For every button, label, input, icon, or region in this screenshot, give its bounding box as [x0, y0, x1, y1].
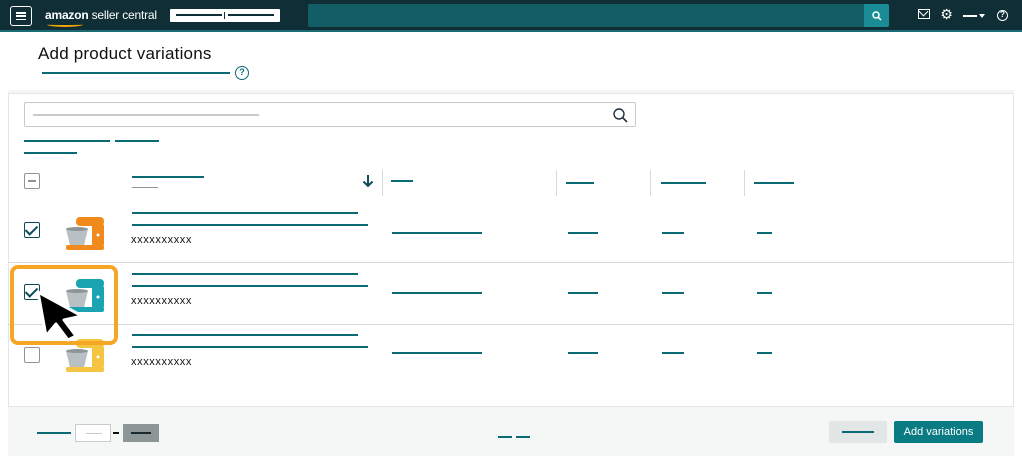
- cell-value-4: [662, 352, 684, 354]
- product-title-line-2[interactable]: [132, 346, 368, 348]
- page-subtitle-placeholder: [42, 72, 230, 74]
- cell-value-5: [757, 352, 772, 354]
- cell-value-5: [757, 292, 772, 294]
- store-separator: [224, 12, 225, 19]
- add-variations-button[interactable]: Add variations: [894, 421, 983, 443]
- product-title-line-1[interactable]: [132, 334, 358, 336]
- search-icon: [871, 10, 882, 21]
- column-divider: [650, 170, 651, 196]
- cell-value-4: [662, 232, 684, 234]
- column-header-2[interactable]: [391, 180, 413, 182]
- column-subheader-product: [132, 187, 158, 188]
- global-search-button[interactable]: [864, 4, 889, 27]
- stand-mixer-orange-image: [66, 217, 104, 250]
- amazon-smile-icon: [47, 22, 83, 27]
- cell-value-2: [392, 232, 482, 234]
- product-title-line-2[interactable]: [132, 224, 368, 226]
- column-divider: [744, 170, 745, 196]
- filter-link-1[interactable]: [24, 140, 110, 142]
- help-icon[interactable]: ?: [235, 66, 249, 80]
- page-input-placeholder: [86, 433, 102, 434]
- store-selector[interactable]: [170, 9, 280, 22]
- product-title-line-2[interactable]: [132, 285, 368, 287]
- menu-icon: [16, 12, 26, 20]
- column-header-5[interactable]: [754, 182, 794, 184]
- pagination-label: [37, 432, 71, 434]
- cell-value-3: [568, 292, 598, 294]
- help-icon[interactable]: ?: [997, 10, 1008, 21]
- select-all-checkbox[interactable]: [24, 173, 40, 189]
- cancel-label-placeholder: [842, 431, 874, 433]
- global-search-input[interactable]: [308, 4, 864, 27]
- column-header-3[interactable]: [566, 182, 594, 184]
- page-title: Add product variations: [38, 44, 212, 63]
- store-name-placeholder: [176, 14, 222, 16]
- filter-search-input[interactable]: [24, 102, 636, 127]
- cell-value-2: [392, 352, 482, 354]
- column-divider: [556, 170, 557, 196]
- mail-icon[interactable]: [918, 9, 930, 19]
- pagination-link-prev[interactable]: [498, 436, 512, 438]
- results-count-placeholder: [24, 152, 77, 154]
- menu-button[interactable]: [10, 6, 32, 26]
- product-title-line-1[interactable]: [132, 273, 358, 275]
- seller-central-logo[interactable]: amazon seller central: [45, 8, 157, 27]
- row-divider: [8, 324, 1014, 325]
- product-sku: xxxxxxxxxx: [131, 234, 192, 246]
- search-icon[interactable]: [612, 107, 630, 125]
- filter-link-2[interactable]: [115, 140, 159, 142]
- pagination-separator: [113, 432, 119, 434]
- top-nav-bar: amazon seller central ⚙ ?: [0, 0, 1022, 32]
- product-title-line-1[interactable]: [132, 212, 358, 214]
- brand-suffix: seller central: [88, 8, 157, 22]
- user-menu-placeholder[interactable]: [963, 15, 977, 17]
- column-header-product[interactable]: [132, 176, 204, 178]
- page-number-input[interactable]: [75, 424, 111, 442]
- column-header-4[interactable]: [661, 182, 706, 184]
- row-checkbox[interactable]: [24, 222, 40, 238]
- chevron-down-icon[interactable]: [979, 14, 985, 18]
- pagination-link-next[interactable]: [516, 436, 530, 438]
- cell-value-4: [662, 292, 684, 294]
- product-sku: xxxxxxxxxx: [131, 356, 192, 368]
- cell-value-2: [392, 292, 482, 294]
- row-divider: [8, 262, 1014, 263]
- gear-icon[interactable]: ⚙: [940, 7, 953, 21]
- brand-prefix: amazon: [45, 8, 89, 22]
- column-divider: [382, 170, 383, 196]
- search-placeholder: [33, 114, 259, 116]
- marketplace-placeholder: [228, 14, 274, 16]
- page-size-select[interactable]: [123, 424, 159, 442]
- cell-value-3: [568, 352, 598, 354]
- page-size-value: [131, 432, 151, 434]
- row-checkbox[interactable]: [24, 347, 40, 363]
- cell-value-5: [757, 232, 772, 234]
- cancel-button[interactable]: [829, 421, 887, 443]
- mouse-pointer-icon: [36, 290, 84, 342]
- cell-value-3: [568, 232, 598, 234]
- sort-down-arrow-icon[interactable]: [362, 174, 374, 188]
- product-sku: xxxxxxxxxx: [131, 295, 192, 307]
